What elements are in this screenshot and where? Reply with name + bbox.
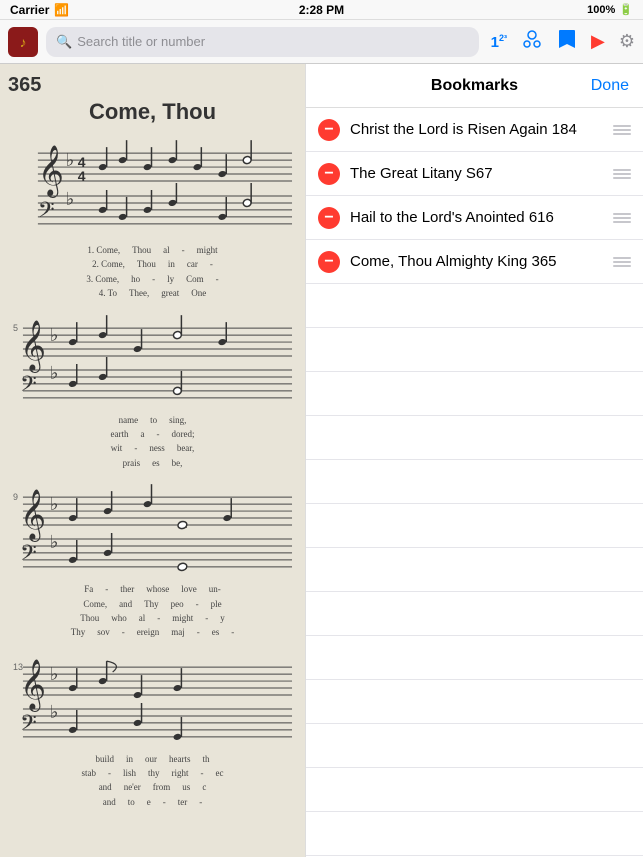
search-icon: 🔍 bbox=[56, 34, 72, 50]
bookmark-text: The Great Litany S67 bbox=[350, 165, 603, 182]
bookmark-icon[interactable] bbox=[557, 28, 577, 55]
empty-row bbox=[306, 416, 643, 460]
svg-text:𝄞: 𝄞 bbox=[20, 490, 46, 542]
svg-text:𝄢: 𝄢 bbox=[20, 371, 37, 400]
bookmark-item[interactable]: − The Great Litany S67 bbox=[306, 152, 643, 196]
lyrics-4: buildinourheartsth stab-lishthyright-ec … bbox=[8, 752, 297, 810]
empty-row bbox=[306, 284, 643, 328]
empty-row bbox=[306, 724, 643, 768]
svg-text:4: 4 bbox=[78, 168, 86, 184]
bookmark-delete-button[interactable]: − bbox=[318, 251, 340, 273]
wifi-icon: 📶 bbox=[54, 3, 69, 17]
empty-row bbox=[306, 460, 643, 504]
svg-text:♭: ♭ bbox=[50, 362, 58, 382]
svg-text:♭: ♭ bbox=[66, 189, 74, 209]
carrier-label: Carrier bbox=[10, 3, 49, 17]
svg-text:♭: ♭ bbox=[50, 325, 58, 345]
empty-row bbox=[306, 812, 643, 856]
bookmark-item[interactable]: − Hail to the Lord's Anointed 616 bbox=[306, 196, 643, 240]
empty-row bbox=[306, 592, 643, 636]
bookmark-text: Come, Thou Almighty King 365 bbox=[350, 253, 603, 270]
svg-text:.: . bbox=[185, 521, 187, 530]
empty-row bbox=[306, 768, 643, 812]
status-time: 2:28 PM bbox=[299, 3, 344, 17]
svg-text:♭: ♭ bbox=[50, 494, 58, 514]
music-staff-2: 5 𝄞 ♭ bbox=[8, 313, 297, 408]
play-icon[interactable]: ▶ bbox=[591, 31, 605, 52]
drag-handle[interactable] bbox=[613, 125, 631, 135]
search-placeholder: Search title or number bbox=[77, 34, 205, 49]
empty-row bbox=[306, 372, 643, 416]
app-icon-label: ♪ bbox=[20, 34, 27, 50]
svg-text:.: . bbox=[185, 562, 187, 571]
svg-text:♭: ♭ bbox=[50, 702, 58, 722]
empty-row bbox=[306, 328, 643, 372]
hymn-number: 365 bbox=[8, 74, 297, 97]
svg-text:𝄢: 𝄢 bbox=[20, 541, 37, 570]
search-bar[interactable]: 🔍 Search title or number bbox=[46, 27, 479, 57]
music-staff-4: 13 𝄞 ♭ bbox=[8, 652, 297, 747]
bookmarks-panel: Bookmarks Done − Christ the Lord is Rise… bbox=[305, 64, 643, 857]
music-staff-3: 9 𝄞 ♭ . bbox=[8, 482, 297, 577]
svg-text:9: 9 bbox=[13, 492, 18, 502]
drag-handle[interactable] bbox=[613, 169, 631, 179]
svg-text:𝄢: 𝄢 bbox=[20, 711, 37, 740]
toolbar-icons: 12³ ▶ ⚙ bbox=[491, 28, 635, 55]
bookmark-delete-button[interactable]: − bbox=[318, 119, 340, 141]
bookmarks-title: Bookmarks bbox=[431, 77, 518, 95]
music-section-3: 9 𝄞 ♭ . bbox=[8, 482, 297, 640]
empty-row bbox=[306, 680, 643, 724]
svg-text:5: 5 bbox=[13, 323, 18, 333]
music-section-4: 13 𝄞 ♭ bbox=[8, 652, 297, 810]
music-staff-1: 𝄞 ♭ 4 4 bbox=[8, 133, 297, 238]
lyrics-1: 1. Come,Thoual-might 2. Come,Thouincar- … bbox=[8, 243, 297, 301]
main-content: 365 Come, Thou 𝄞 ♭ 4 4 bbox=[0, 64, 643, 857]
bookmarks-header: Bookmarks Done bbox=[306, 64, 643, 108]
battery-label: 100% bbox=[587, 4, 615, 16]
minus-icon: − bbox=[324, 254, 333, 270]
svg-text:𝄞: 𝄞 bbox=[20, 660, 46, 712]
bookmarks-done-button[interactable]: Done bbox=[591, 77, 629, 95]
minus-icon: − bbox=[324, 210, 333, 226]
music-section-1: 𝄞 ♭ 4 4 bbox=[8, 133, 297, 301]
bookmark-delete-button[interactable]: − bbox=[318, 163, 340, 185]
svg-text:𝄞: 𝄞 bbox=[38, 146, 64, 198]
toolbar: ♪ 🔍 Search title or number 12³ ▶ ⚙ bbox=[0, 20, 643, 64]
music-section-2: 5 𝄞 ♭ bbox=[8, 313, 297, 471]
sort-icon[interactable] bbox=[521, 28, 543, 55]
minus-icon: − bbox=[324, 166, 333, 182]
svg-text:𝄞: 𝄞 bbox=[20, 321, 46, 373]
svg-text:♭: ♭ bbox=[50, 532, 58, 552]
empty-row bbox=[306, 636, 643, 680]
drag-handle[interactable] bbox=[613, 257, 631, 267]
lyrics-3: Fa-therwhoseloveun- Come,andThypeo-ple T… bbox=[8, 582, 297, 640]
status-right: 100% 🔋 bbox=[587, 3, 633, 16]
bookmark-item[interactable]: − Christ the Lord is Risen Again 184 bbox=[306, 108, 643, 152]
numbered-list-icon[interactable]: 12³ bbox=[491, 33, 507, 51]
svg-text:♭: ♭ bbox=[50, 664, 58, 684]
bookmark-delete-button[interactable]: − bbox=[318, 207, 340, 229]
bookmark-text: Hail to the Lord's Anointed 616 bbox=[350, 209, 603, 226]
empty-row bbox=[306, 548, 643, 592]
status-left: Carrier 📶 bbox=[10, 3, 69, 17]
empty-row bbox=[306, 504, 643, 548]
lyrics-2: nametosing, eartha-dored; wit-nessbear, … bbox=[8, 413, 297, 471]
bookmark-item[interactable]: − Come, Thou Almighty King 365 bbox=[306, 240, 643, 284]
status-bar: Carrier 📶 2:28 PM 100% 🔋 bbox=[0, 0, 643, 20]
svg-text:♭: ♭ bbox=[66, 150, 74, 170]
bookmarks-list: − Christ the Lord is Risen Again 184 − T… bbox=[306, 108, 643, 857]
app-icon[interactable]: ♪ bbox=[8, 27, 38, 57]
hymn-title: Come, Thou bbox=[8, 99, 297, 125]
bookmark-text: Christ the Lord is Risen Again 184 bbox=[350, 121, 603, 138]
svg-text:𝄢: 𝄢 bbox=[38, 198, 55, 227]
settings-icon[interactable]: ⚙ bbox=[619, 31, 635, 52]
battery-icon: 🔋 bbox=[619, 3, 633, 16]
minus-icon: − bbox=[324, 122, 333, 138]
sheet-music-area: 365 Come, Thou 𝄞 ♭ 4 4 bbox=[0, 64, 305, 857]
drag-handle[interactable] bbox=[613, 213, 631, 223]
